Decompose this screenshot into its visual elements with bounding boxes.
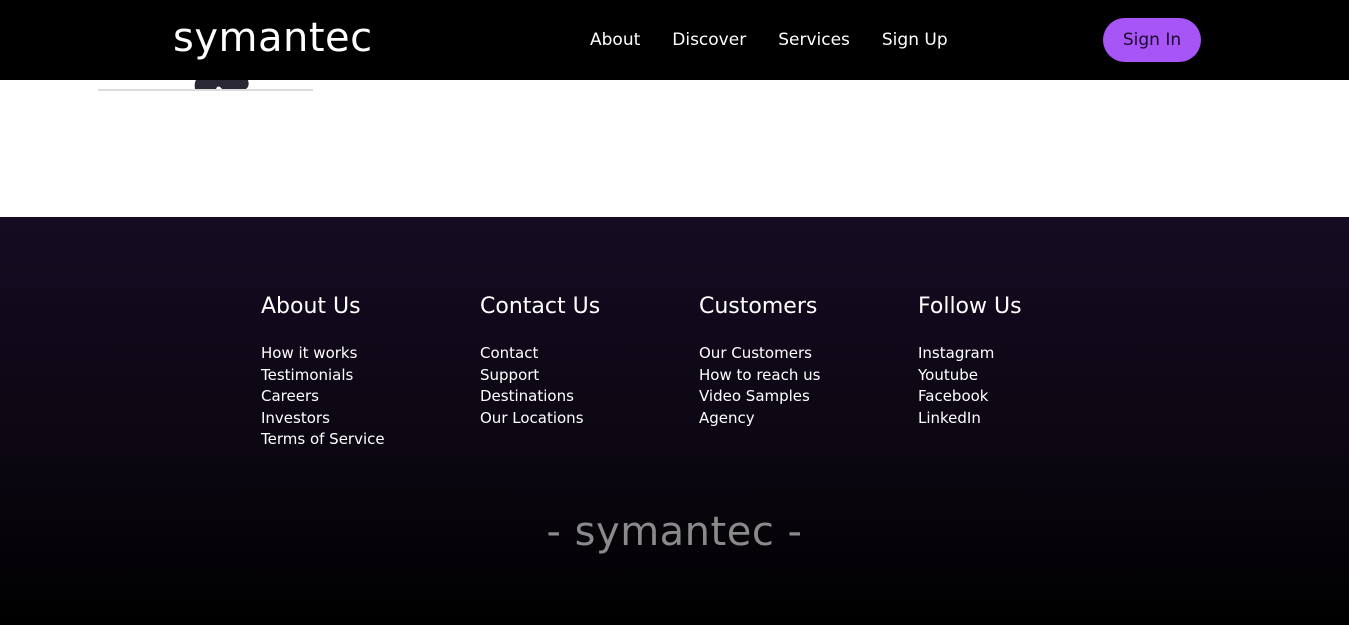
footer-link-facebook[interactable]: Facebook [918, 386, 1118, 408]
footer-heading: Contact Us [480, 294, 601, 319]
footer-link-linkedin[interactable]: LinkedIn [918, 408, 1118, 430]
footer-heading: About Us [261, 294, 361, 319]
footer-column-follow-us: Follow Us Instagram Youtube Facebook Lin… [918, 291, 1118, 429]
footer-link-how-to-reach-us[interactable]: How to reach us [699, 365, 899, 387]
footer-column-contact-us: Contact Us Contact Support Destinations … [480, 291, 680, 429]
footer-brand: - symantec - [546, 509, 803, 555]
hero-illustration-fragment [98, 80, 313, 91]
content-area [0, 80, 1349, 217]
footer-link-video-samples[interactable]: Video Samples [699, 386, 899, 408]
site-footer: About Us How it works Testimonials Caree… [0, 217, 1349, 625]
footer-column-about-us: About Us How it works Testimonials Caree… [261, 291, 461, 451]
footer-link-careers[interactable]: Careers [261, 386, 461, 408]
navbar: symantec About Discover Services Sign Up… [0, 0, 1349, 80]
nav-link-discover[interactable]: Discover [672, 28, 746, 52]
footer-link-contact[interactable]: Contact [480, 343, 680, 365]
sign-in-button[interactable]: Sign In [1103, 18, 1201, 62]
footer-link-how-it-works[interactable]: How it works [261, 343, 461, 365]
nav-link-about[interactable]: About [590, 28, 640, 52]
nav-link-sign-up[interactable]: Sign Up [882, 28, 948, 52]
footer-heading: Follow Us [918, 294, 1022, 319]
footer-link-our-locations[interactable]: Our Locations [480, 408, 680, 430]
footer-column-customers: Customers Our Customers How to reach us … [699, 291, 899, 429]
footer-link-destinations[interactable]: Destinations [480, 386, 680, 408]
footer-link-terms[interactable]: Terms of Service [261, 429, 461, 451]
footer-link-support[interactable]: Support [480, 365, 680, 387]
main-nav: About Discover Services Sign Up [590, 28, 980, 52]
illustration-shape [194, 80, 249, 89]
footer-link-youtube[interactable]: Youtube [918, 365, 1118, 387]
footer-link-instagram[interactable]: Instagram [918, 343, 1118, 365]
footer-link-our-customers[interactable]: Our Customers [699, 343, 899, 365]
footer-heading: Customers [699, 294, 818, 319]
nav-link-services[interactable]: Services [778, 28, 850, 52]
footer-link-agency[interactable]: Agency [699, 408, 899, 430]
footer-link-testimonials[interactable]: Testimonials [261, 365, 461, 387]
site-logo[interactable]: symantec [173, 12, 373, 64]
footer-link-investors[interactable]: Investors [261, 408, 461, 430]
